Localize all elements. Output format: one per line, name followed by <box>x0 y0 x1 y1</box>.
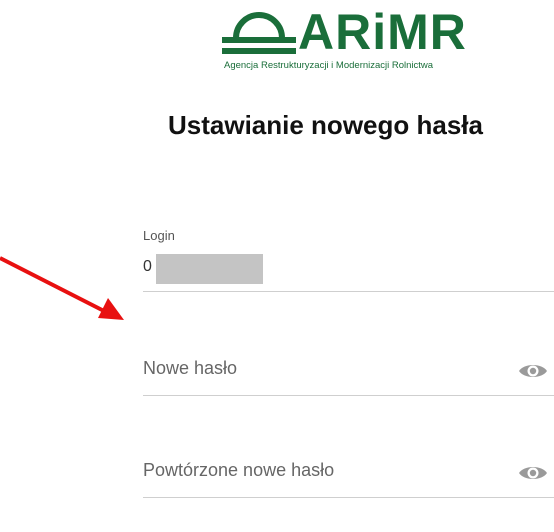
redaction-box <box>156 254 263 284</box>
arimr-logo: ARiMR Agencja Restrukturyzacji i Moderni… <box>222 4 482 74</box>
login-field: Login 0 <box>143 226 554 292</box>
login-underline <box>143 291 554 292</box>
logo-text: ARiMR <box>298 4 467 60</box>
eye-icon[interactable] <box>518 462 548 484</box>
repeat-password-field <box>143 438 554 498</box>
password-reset-page: ARiMR Agencja Restrukturyzacji i Moderni… <box>0 0 554 532</box>
repeat-password-input[interactable] <box>143 460 503 481</box>
new-password-input[interactable] <box>143 358 503 379</box>
eye-icon[interactable] <box>518 360 548 382</box>
new-password-underline <box>143 395 554 396</box>
login-value: 0 <box>143 258 152 275</box>
logo-subtitle: Agencja Restrukturyzacji i Modernizacji … <box>224 60 434 71</box>
page-title: Ustawianie nowego hasła <box>168 110 483 140</box>
new-password-field <box>143 336 554 396</box>
login-label: Login <box>143 228 175 243</box>
logo-mark-icon <box>222 12 296 54</box>
repeat-password-underline <box>143 497 554 498</box>
